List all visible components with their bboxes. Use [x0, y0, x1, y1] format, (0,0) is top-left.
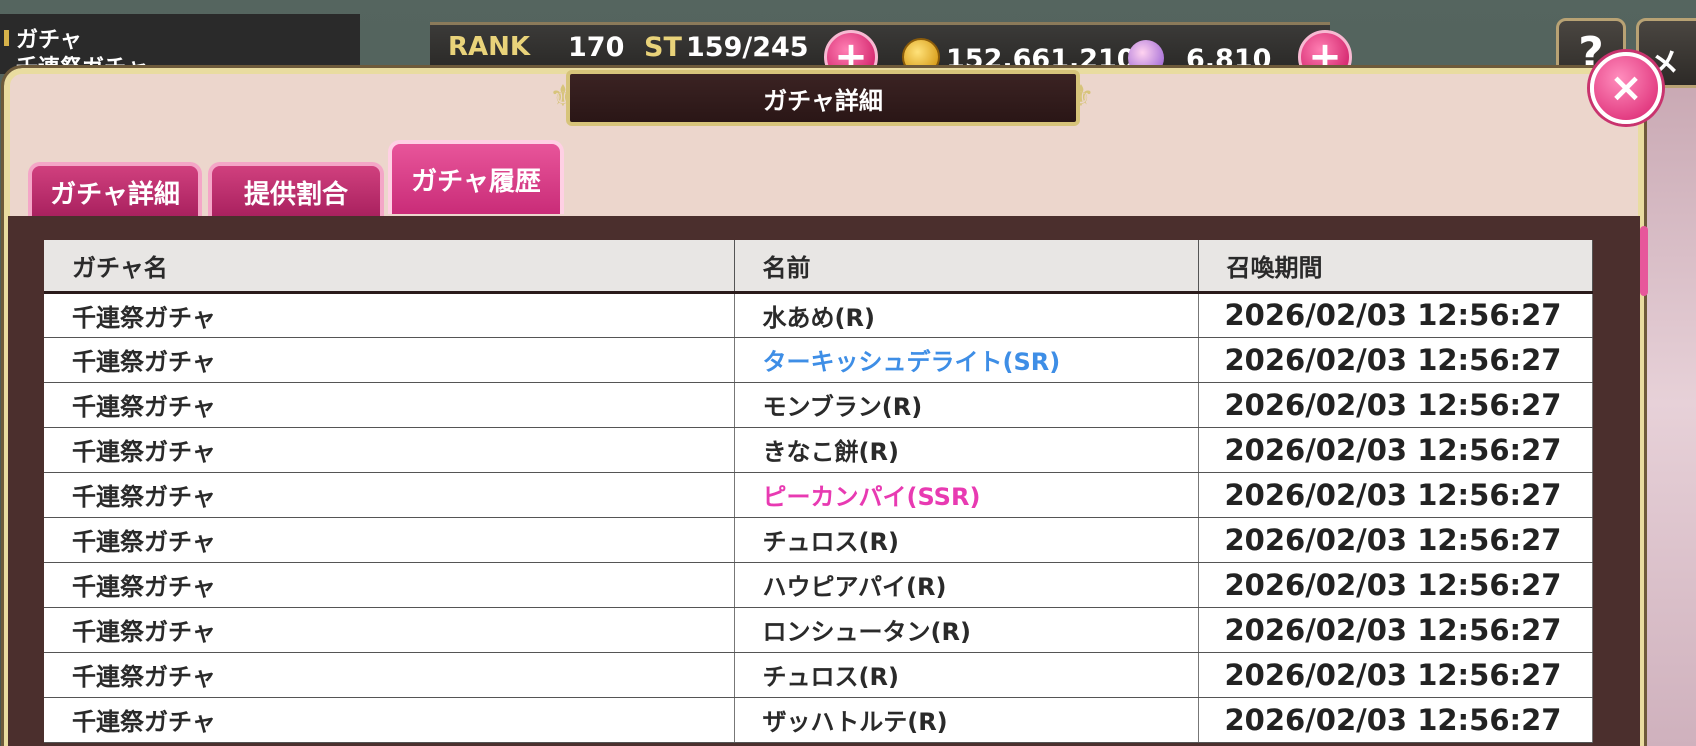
tab-gacha-details[interactable]: ガチャ詳細: [28, 162, 202, 218]
item-name-cell: ピーカンパイ(SSR): [734, 472, 1199, 518]
rank-value: 170: [568, 32, 625, 63]
summon-date-cell: 2026/02/03 12:56:27: [1198, 472, 1593, 518]
summon-date-cell: 2026/02/03 12:56:27: [1198, 292, 1593, 338]
summon-date-cell: 2026/02/03 12:56:27: [1198, 337, 1593, 383]
gacha-name-cell: 千連祭ガチャ: [44, 562, 735, 608]
close-button[interactable]: ×: [1590, 52, 1662, 124]
table-row: 千連祭ガチャ ターキッシュデライト(SR) 2026/02/03 12:56:27: [44, 337, 1593, 383]
gacha-name-cell: 千連祭ガチャ: [44, 652, 735, 698]
table-row: 千連祭ガチャ チュロス(R) 2026/02/03 12:56:27: [44, 652, 1593, 698]
column-header-gacha-name: ガチャ名: [44, 240, 735, 294]
item-name-cell: 水あめ(R): [734, 292, 1199, 338]
gacha-name-cell: 千連祭ガチャ: [44, 697, 735, 743]
table-row: 千連祭ガチャ モンブラン(R) 2026/02/03 12:56:27: [44, 382, 1593, 428]
item-name-cell: ハウピアパイ(R): [734, 562, 1199, 608]
tab-gacha-history[interactable]: ガチャ履歴: [388, 140, 564, 214]
gacha-name-cell: 千連祭ガチャ: [44, 517, 735, 563]
summon-date-cell: 2026/02/03 12:56:27: [1198, 517, 1593, 563]
item-name-cell: ターキッシュデライト(SR): [734, 337, 1199, 383]
item-name-cell: チュロス(R): [734, 652, 1199, 698]
title-marker: [4, 30, 9, 46]
gacha-history-table: ガチャ名 名前 召喚期間 千連祭ガチャ 水あめ(R) 2026/02/03 12:5…: [44, 240, 1593, 743]
table-header-row: ガチャ名 名前 召喚期間: [44, 240, 1593, 294]
summon-date-cell: 2026/02/03 12:56:27: [1198, 607, 1593, 653]
gacha-name-cell: 千連祭ガチャ: [44, 292, 735, 338]
dialog-title: ガチャ詳細: [566, 70, 1080, 126]
summon-date-cell: 2026/02/03 12:56:27: [1198, 652, 1593, 698]
item-name-cell: チュロス(R): [734, 517, 1199, 563]
item-name-cell: ザッハトルテ(R): [734, 697, 1199, 743]
table-row: 千連祭ガチャ ピーカンパイ(SSR) 2026/02/03 12:56:27: [44, 472, 1593, 518]
stamina-value: 159/245: [686, 32, 809, 63]
rank-label: RANK: [448, 32, 531, 62]
table-row: 千連祭ガチャ ザッハトルテ(R) 2026/02/03 12:56:27: [44, 697, 1593, 743]
summon-date-cell: 2026/02/03 12:56:27: [1198, 382, 1593, 428]
scrollbar[interactable]: [1640, 226, 1648, 296]
gacha-name-cell: 千連祭ガチャ: [44, 382, 735, 428]
tab-drop-rates[interactable]: 提供割合: [208, 162, 384, 218]
column-header-summon-date: 召喚期間: [1198, 240, 1593, 294]
column-header-item-name: 名前: [734, 240, 1199, 294]
gacha-name-cell: 千連祭ガチャ: [44, 427, 735, 473]
gacha-name-cell: 千連祭ガチャ: [44, 607, 735, 653]
summon-date-cell: 2026/02/03 12:56:27: [1198, 562, 1593, 608]
item-name-cell: モンブラン(R): [734, 382, 1199, 428]
table-row: 千連祭ガチャ ロンシュータン(R) 2026/02/03 12:56:27: [44, 607, 1593, 653]
summon-date-cell: 2026/02/03 12:56:27: [1198, 427, 1593, 473]
item-name-cell: きなこ餅(R): [734, 427, 1199, 473]
item-name-cell: ロンシュータン(R): [734, 607, 1199, 653]
table-row: 千連祭ガチャ ハウピアパイ(R) 2026/02/03 12:56:27: [44, 562, 1593, 608]
table-row: 千連祭ガチャ チュロス(R) 2026/02/03 12:56:27: [44, 517, 1593, 563]
summon-date-cell: 2026/02/03 12:56:27: [1198, 697, 1593, 743]
gacha-name-cell: 千連祭ガチャ: [44, 337, 735, 383]
gacha-name-cell: 千連祭ガチャ: [44, 472, 735, 518]
close-icon: ×: [1609, 65, 1643, 111]
table-row: 千連祭ガチャ きなこ餅(R) 2026/02/03 12:56:27: [44, 427, 1593, 473]
stamina-label: ST: [644, 32, 682, 63]
table-row: 千連祭ガチャ 水あめ(R) 2026/02/03 12:56:27: [44, 292, 1593, 338]
